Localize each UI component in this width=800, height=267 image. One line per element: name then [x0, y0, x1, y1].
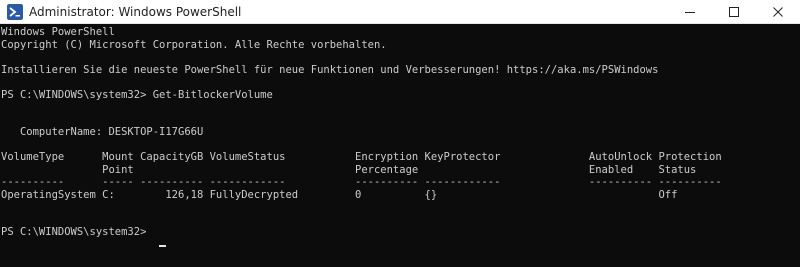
maximize-button[interactable]	[712, 0, 756, 24]
window-title: Administrator: Windows PowerShell	[29, 5, 242, 19]
close-button[interactable]	[756, 0, 800, 24]
title-bar[interactable]: Administrator: Windows PowerShell	[0, 0, 800, 24]
window-controls	[668, 0, 800, 24]
terminal-cursor	[159, 245, 166, 247]
powershell-window: Administrator: Windows PowerShell Window…	[0, 0, 800, 267]
terminal-output-area[interactable]: Windows PowerShell Copyright (C) Microso…	[0, 24, 800, 267]
maximize-icon	[729, 7, 739, 17]
powershell-icon	[7, 4, 23, 20]
terminal-text: Windows PowerShell Copyright (C) Microso…	[1, 26, 722, 238]
close-icon	[773, 7, 783, 17]
minimize-button[interactable]	[668, 0, 712, 24]
minimize-icon	[685, 12, 695, 13]
